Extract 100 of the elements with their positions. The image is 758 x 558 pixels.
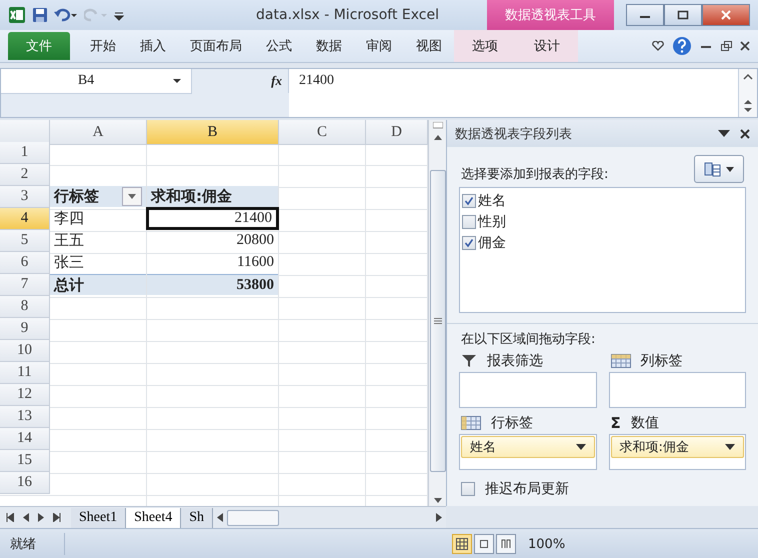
row-header[interactable]: 7 (0, 274, 50, 296)
ribbon-tab[interactable]: 文件 (8, 32, 70, 60)
close-icon[interactable] (740, 128, 750, 139)
checkbox[interactable] (462, 214, 476, 229)
layout-button[interactable] (694, 155, 744, 184)
dropdown-icon (128, 194, 136, 199)
area-label: 数值 (630, 414, 659, 432)
checkbox[interactable] (461, 482, 475, 496)
field-chip[interactable]: 求和项:佣金 (610, 436, 744, 458)
row-header[interactable]: 11 (0, 362, 50, 384)
sheet-tab[interactable]: Sheet4 (126, 508, 182, 528)
window-title: data.xlsx - Microsoft Excel (255, 7, 440, 23)
table-cell-text: 王五 (53, 230, 85, 251)
column-header[interactable]: A (50, 120, 147, 145)
normal-view-button[interactable] (452, 534, 472, 554)
row-header[interactable]: 9 (0, 318, 50, 340)
first-sheet-icon[interactable] (6, 513, 14, 522)
dropdown-icon[interactable] (718, 130, 730, 138)
table-cell: 行标签 (50, 186, 146, 207)
page-layout-button[interactable] (474, 534, 494, 554)
field-label: 佣金 (478, 234, 506, 252)
field-label: 姓名 (478, 192, 506, 210)
ribbon-tab[interactable]: 审阅 (354, 32, 404, 60)
last-sheet-icon[interactable] (53, 513, 61, 522)
layout-icon (704, 161, 722, 178)
sigma-icon: Σ (610, 414, 621, 432)
scroll-left-icon[interactable] (217, 513, 224, 522)
row-header[interactable]: 10 (0, 340, 50, 362)
maximize-button[interactable] (664, 4, 702, 26)
table-icon (461, 416, 481, 430)
status-text: 就绪 (10, 536, 36, 553)
row-header[interactable]: 1 (0, 142, 50, 164)
ribbon-tab[interactable]: 数据 (304, 32, 354, 60)
checkbox[interactable] (462, 236, 476, 250)
drop-area[interactable]: 姓名 (459, 434, 596, 470)
field-prompt: 选择要添加到报表的字段: (461, 166, 608, 184)
row-header[interactable]: 2 (0, 164, 50, 186)
redo-icon (84, 7, 108, 23)
undo-icon[interactable] (54, 7, 78, 23)
context-group-label: 数据透视表工具 (487, 0, 614, 30)
pane-title: 数据透视表字段列表 (455, 126, 572, 143)
field-label: 性别 (478, 212, 506, 231)
ribbon-tab[interactable]: 插入 (128, 32, 178, 60)
checkbox[interactable] (462, 194, 476, 208)
zoom-level[interactable]: 100% (528, 536, 758, 552)
area-label: 报表筛选 (487, 352, 543, 370)
areas-prompt: 在以下区域间拖动字段: (460, 331, 596, 348)
excel-logo-icon (8, 6, 26, 24)
heart-icon[interactable] (652, 41, 664, 51)
row-header[interactable]: 13 (0, 406, 50, 428)
filter-icon (461, 354, 477, 368)
page-break-button[interactable] (496, 534, 516, 554)
row-header[interactable]: 5 (0, 230, 50, 252)
row-header[interactable]: 6 (0, 252, 50, 274)
ribbon-tab[interactable]: 设计 (516, 30, 578, 62)
help-icon[interactable] (672, 36, 692, 56)
scroll-down-icon[interactable] (432, 496, 442, 504)
sheet-tab[interactable]: Sheet1 (71, 508, 126, 528)
close-button[interactable] (702, 4, 750, 26)
previous-sheet-icon[interactable] (23, 513, 29, 522)
defer-label: 推迟布局更新 (485, 480, 569, 498)
ribbon-tab[interactable]: 选项 (454, 30, 516, 62)
table-cell-text: 20800 (236, 231, 275, 250)
table-icon (610, 354, 630, 368)
scrollbar-thumb[interactable] (430, 170, 446, 472)
restore-icon[interactable] (720, 40, 732, 52)
column-header[interactable]: B (147, 120, 279, 145)
ribbon-tab[interactable]: 公式 (254, 32, 304, 60)
row-header[interactable]: 12 (0, 384, 50, 406)
ribbon-tab[interactable]: 视图 (404, 32, 454, 60)
column-header[interactable]: D (366, 120, 428, 145)
row-header[interactable]: 15 (0, 450, 50, 472)
table-cell: 求和项:佣金 (147, 186, 278, 207)
drop-area[interactable]: 求和项:佣金 (608, 434, 746, 470)
filter-dropdown-button[interactable] (122, 187, 142, 206)
dropdown-icon (726, 166, 734, 172)
row-header[interactable]: 4 (0, 208, 50, 230)
table-cell-text: 11600 (236, 253, 275, 272)
close-icon[interactable] (740, 41, 750, 51)
row-header[interactable]: 8 (0, 296, 50, 318)
dropdown-icon (576, 444, 586, 450)
table-cell: 53800 (147, 274, 278, 295)
row-header[interactable]: 16 (0, 472, 50, 494)
next-sheet-icon[interactable] (38, 513, 44, 522)
row-header[interactable]: 14 (0, 428, 50, 450)
ribbon-tab[interactable]: 开始 (78, 32, 128, 60)
save-icon[interactable] (32, 7, 48, 23)
minimize-button[interactable] (626, 4, 664, 26)
table-cell: 总计 (50, 274, 146, 295)
table-cell-text: 张三 (53, 252, 85, 273)
column-header[interactable]: C (279, 120, 366, 145)
close-icon (720, 10, 732, 20)
scrollbar-thumb[interactable] (227, 510, 280, 526)
table-cell: 21400 (146, 207, 279, 230)
ribbon-tab[interactable]: 页面布局 (178, 32, 254, 60)
sheet-tab[interactable]: Sh (181, 508, 214, 528)
area-label: 列标签 (640, 352, 682, 370)
field-chip[interactable]: 姓名 (461, 436, 594, 458)
row-header[interactable]: 3 (0, 186, 50, 208)
scroll-right-icon[interactable] (436, 513, 442, 522)
